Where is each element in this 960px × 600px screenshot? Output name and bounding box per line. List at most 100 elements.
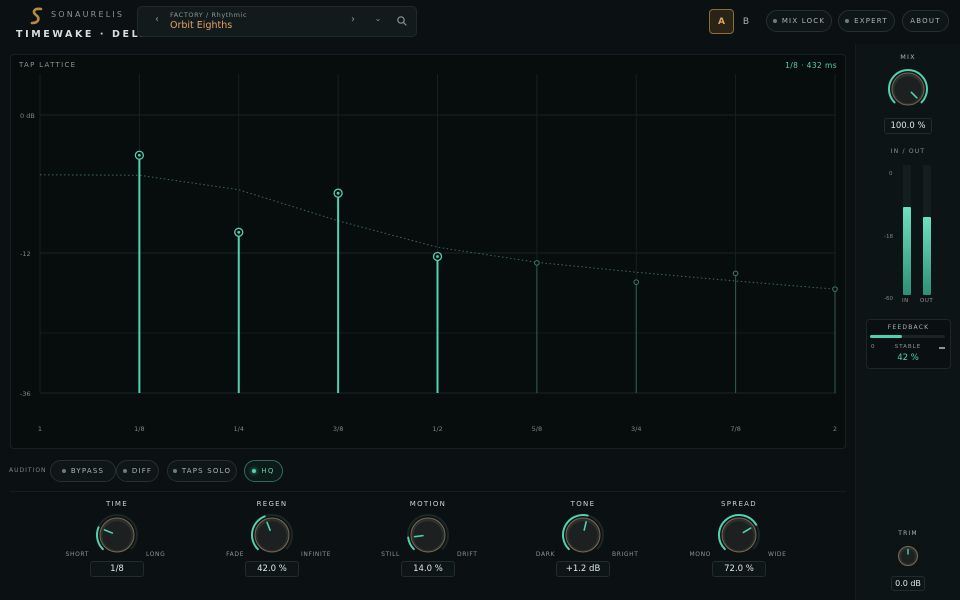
meter-scale-mid: -18 xyxy=(884,234,893,240)
trim-value[interactable]: 0.0 dB xyxy=(891,576,925,591)
brand-name: SONAURELIS xyxy=(51,10,125,19)
y-tick-label: -12 xyxy=(20,250,31,258)
tone-knob[interactable] xyxy=(561,513,605,557)
preset-name[interactable]: Orbit Eighths xyxy=(170,20,232,31)
motion-max-label: DRIFT xyxy=(457,551,478,558)
button-label: DIFF xyxy=(131,467,153,475)
x-tick-label: 1/8 xyxy=(134,425,144,433)
time-label: TIME xyxy=(105,500,128,508)
spread-max-label: WIDE xyxy=(768,551,787,558)
about-button[interactable]: ABOUT xyxy=(902,10,949,32)
x-tick-label: 7/8 xyxy=(730,425,740,433)
audition-label: AUDITION xyxy=(9,467,47,474)
audition-bypass-button[interactable]: BYPASS xyxy=(50,460,116,482)
tap-handle[interactable] xyxy=(534,260,540,266)
tap-lattice-chart[interactable]: 0 dB -12 -36 1 1/8 1/4 3/8 1/2 5/8 3/4 7/8 2 xyxy=(10,54,846,449)
feedback-value: 42 % xyxy=(897,353,919,363)
tone-min-label: DARK xyxy=(535,551,555,558)
output-meter-label: OUT xyxy=(920,298,934,304)
ab-compare-b-button[interactable]: B xyxy=(735,9,757,34)
search-icon[interactable] xyxy=(395,14,409,28)
input-meter-label: IN xyxy=(902,298,909,304)
regen-knob[interactable] xyxy=(250,513,294,557)
time-min-label: SHORT xyxy=(65,551,89,558)
expert-indicator xyxy=(845,19,850,23)
meter-scale-top: 0 xyxy=(889,171,893,177)
time-knob[interactable] xyxy=(95,513,139,557)
mix-label: MIX xyxy=(900,53,916,61)
button-label: HQ xyxy=(261,467,275,475)
feedback-meter-level xyxy=(870,335,902,338)
spread-value[interactable]: 72.0 % xyxy=(712,561,766,577)
time-value[interactable]: 1/8 xyxy=(90,561,144,577)
button-label: TAPS SOLO xyxy=(181,467,232,475)
motion-value[interactable]: 14.0 % xyxy=(401,561,455,577)
knob-cap xyxy=(724,521,754,551)
audition-diff-button[interactable]: DIFF xyxy=(116,460,159,482)
ab-compare-a-button[interactable]: A xyxy=(709,9,734,34)
tap-handle[interactable] xyxy=(832,286,838,292)
knob-cap xyxy=(894,76,922,104)
mix-lock-indicator xyxy=(772,19,777,23)
x-tick-label: 5/8 xyxy=(532,425,542,433)
expert-button[interactable]: EXPERT xyxy=(838,10,895,32)
tap-handle[interactable] xyxy=(633,279,640,285)
mix-knob[interactable] xyxy=(887,68,929,110)
trim-label: TRIM xyxy=(898,530,918,537)
regen-value[interactable]: 42.0 % xyxy=(245,561,299,577)
x-tick-label: 1/2 xyxy=(432,425,442,433)
tap-handle-dot xyxy=(436,255,439,258)
time-max-label: LONG xyxy=(146,551,166,558)
chevron-right-icon[interactable]: › xyxy=(346,14,360,25)
expert-label: EXPERT xyxy=(854,17,888,25)
chevron-down-icon[interactable]: ⌄ xyxy=(371,14,385,23)
audition-hq-button[interactable]: HQ xyxy=(244,460,283,482)
tap-handle-dot xyxy=(237,230,241,234)
knob-cap xyxy=(102,521,132,551)
tap-handle-dot xyxy=(137,153,141,157)
spread-label: SPREAD xyxy=(721,500,757,508)
status-dot xyxy=(122,469,127,473)
status-dot xyxy=(61,469,66,473)
graph-title: TAP LATTICE xyxy=(19,61,77,69)
button-label: BYPASS xyxy=(70,467,105,475)
motion-min-label: STILL xyxy=(381,551,400,558)
input-meter-level xyxy=(903,207,911,295)
trim-knob[interactable] xyxy=(897,545,919,567)
regen-label: REGEN xyxy=(256,500,288,508)
x-tick-label: 3/4 xyxy=(631,425,641,433)
chevron-left-icon[interactable]: ‹ xyxy=(150,14,164,25)
graph-readout: 1/8 · 432 ms xyxy=(785,61,837,70)
tone-value[interactable]: +1.2 dB xyxy=(556,561,610,577)
output-meter-level xyxy=(923,217,931,295)
mix-value[interactable]: 100.0 % xyxy=(884,118,932,134)
y-tick-label: 0 dB xyxy=(20,112,35,120)
tap-handle-dot xyxy=(336,191,340,195)
preset-category: FACTORY / Rhythmic xyxy=(170,11,248,19)
x-tick-label: 2 xyxy=(833,425,837,433)
audition-taps-solo-button[interactable]: TAPS SOLO xyxy=(167,460,237,482)
feedback-label: FEEDBACK xyxy=(887,324,930,331)
tone-max-label: BRIGHT xyxy=(612,551,639,558)
regen-max-label: INFINITE xyxy=(301,551,331,558)
mix-lock-button[interactable]: MIX LOCK xyxy=(766,10,832,32)
feedback-max-marker xyxy=(939,347,945,349)
about-label: ABOUT xyxy=(910,17,941,25)
meter-scale-bottom: -60 xyxy=(884,296,893,302)
x-tick-label: 3/8 xyxy=(333,425,343,433)
motion-knob[interactable] xyxy=(406,513,450,557)
spread-knob[interactable] xyxy=(717,513,761,557)
tap-handle[interactable] xyxy=(732,270,739,277)
knob-pointer xyxy=(413,534,424,538)
tone-label: TONE xyxy=(570,500,596,508)
x-tick-label: 1/4 xyxy=(234,425,244,433)
mix-lock-label: MIX LOCK xyxy=(781,17,826,25)
io-meter-label: IN / OUT xyxy=(890,148,926,155)
feedback-min-label: 0 xyxy=(871,344,875,350)
section-divider xyxy=(10,491,846,492)
motion-label: MOTION xyxy=(409,500,447,508)
logo-icon xyxy=(30,7,43,25)
status-dot xyxy=(252,469,257,473)
y-tick-label: -36 xyxy=(20,390,31,398)
spread-min-label: MONO xyxy=(689,551,711,558)
